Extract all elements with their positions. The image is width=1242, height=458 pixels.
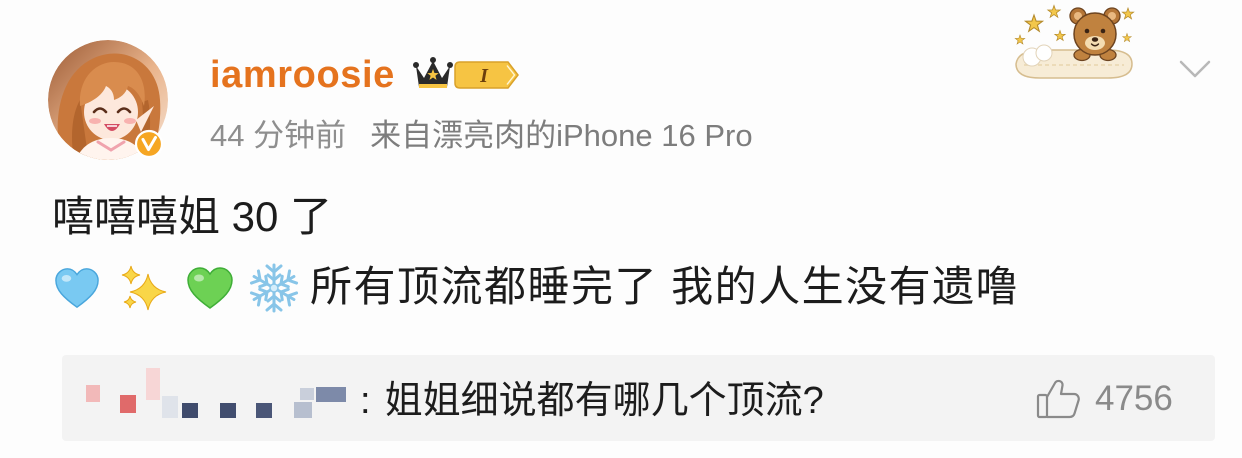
mosaic-block bbox=[294, 402, 312, 418]
chevron-down-icon[interactable] bbox=[1178, 58, 1212, 80]
post-text-line-1: 嘻嘻嘻姐 30 了 bbox=[52, 193, 333, 240]
mosaic-block bbox=[86, 385, 100, 402]
level-badge: I bbox=[454, 61, 519, 89]
green-heart-emoji bbox=[187, 267, 233, 309]
mosaic-block bbox=[256, 403, 272, 418]
thumbs-up-icon bbox=[1036, 379, 1080, 419]
teddy-bear-sticker-icon bbox=[1008, 2, 1140, 86]
username[interactable]: iamroosie bbox=[210, 56, 395, 94]
mosaic-block bbox=[300, 388, 314, 400]
sparkles-emoji bbox=[121, 265, 167, 311]
like-count: 4756 bbox=[1095, 379, 1173, 418]
crown-icon bbox=[413, 57, 453, 88]
verified-v-icon bbox=[134, 129, 164, 159]
post-source[interactable]: 来自漂亮肉的iPhone 16 Pro bbox=[370, 120, 752, 151]
mosaic-block bbox=[120, 395, 136, 413]
mosaic-block bbox=[316, 387, 346, 402]
mosaic-block bbox=[182, 403, 198, 418]
post-time: 44 分钟前 bbox=[210, 118, 347, 153]
comment-body: : 姐姐细说都有哪几个顶流? bbox=[360, 382, 824, 420]
mosaic-block bbox=[146, 368, 160, 400]
comment-text: 姐姐细说都有哪几个顶流? bbox=[384, 380, 824, 422]
top-comment[interactable]: : 姐姐细说都有哪几个顶流? 4756 bbox=[62, 355, 1215, 441]
like-button[interactable]: 4756 bbox=[1032, 375, 1212, 425]
level-badge-text: I bbox=[479, 65, 489, 87]
snowflake-emoji bbox=[249, 263, 299, 313]
comment-author-redacted[interactable] bbox=[82, 363, 352, 427]
post-text-line-2: 所有顶流都睡完了 我的人生没有遗噜 bbox=[310, 263, 1020, 310]
vip-level-badge[interactable]: I bbox=[412, 54, 524, 94]
emoji-row bbox=[52, 262, 308, 314]
comment-separator: : bbox=[360, 380, 371, 422]
mosaic-block bbox=[162, 396, 178, 418]
blue-heart-emoji bbox=[55, 268, 99, 309]
mosaic-block bbox=[220, 403, 236, 418]
post-meta: 44 分钟前 来自漂亮肉的iPhone 16 Pro bbox=[210, 120, 753, 151]
